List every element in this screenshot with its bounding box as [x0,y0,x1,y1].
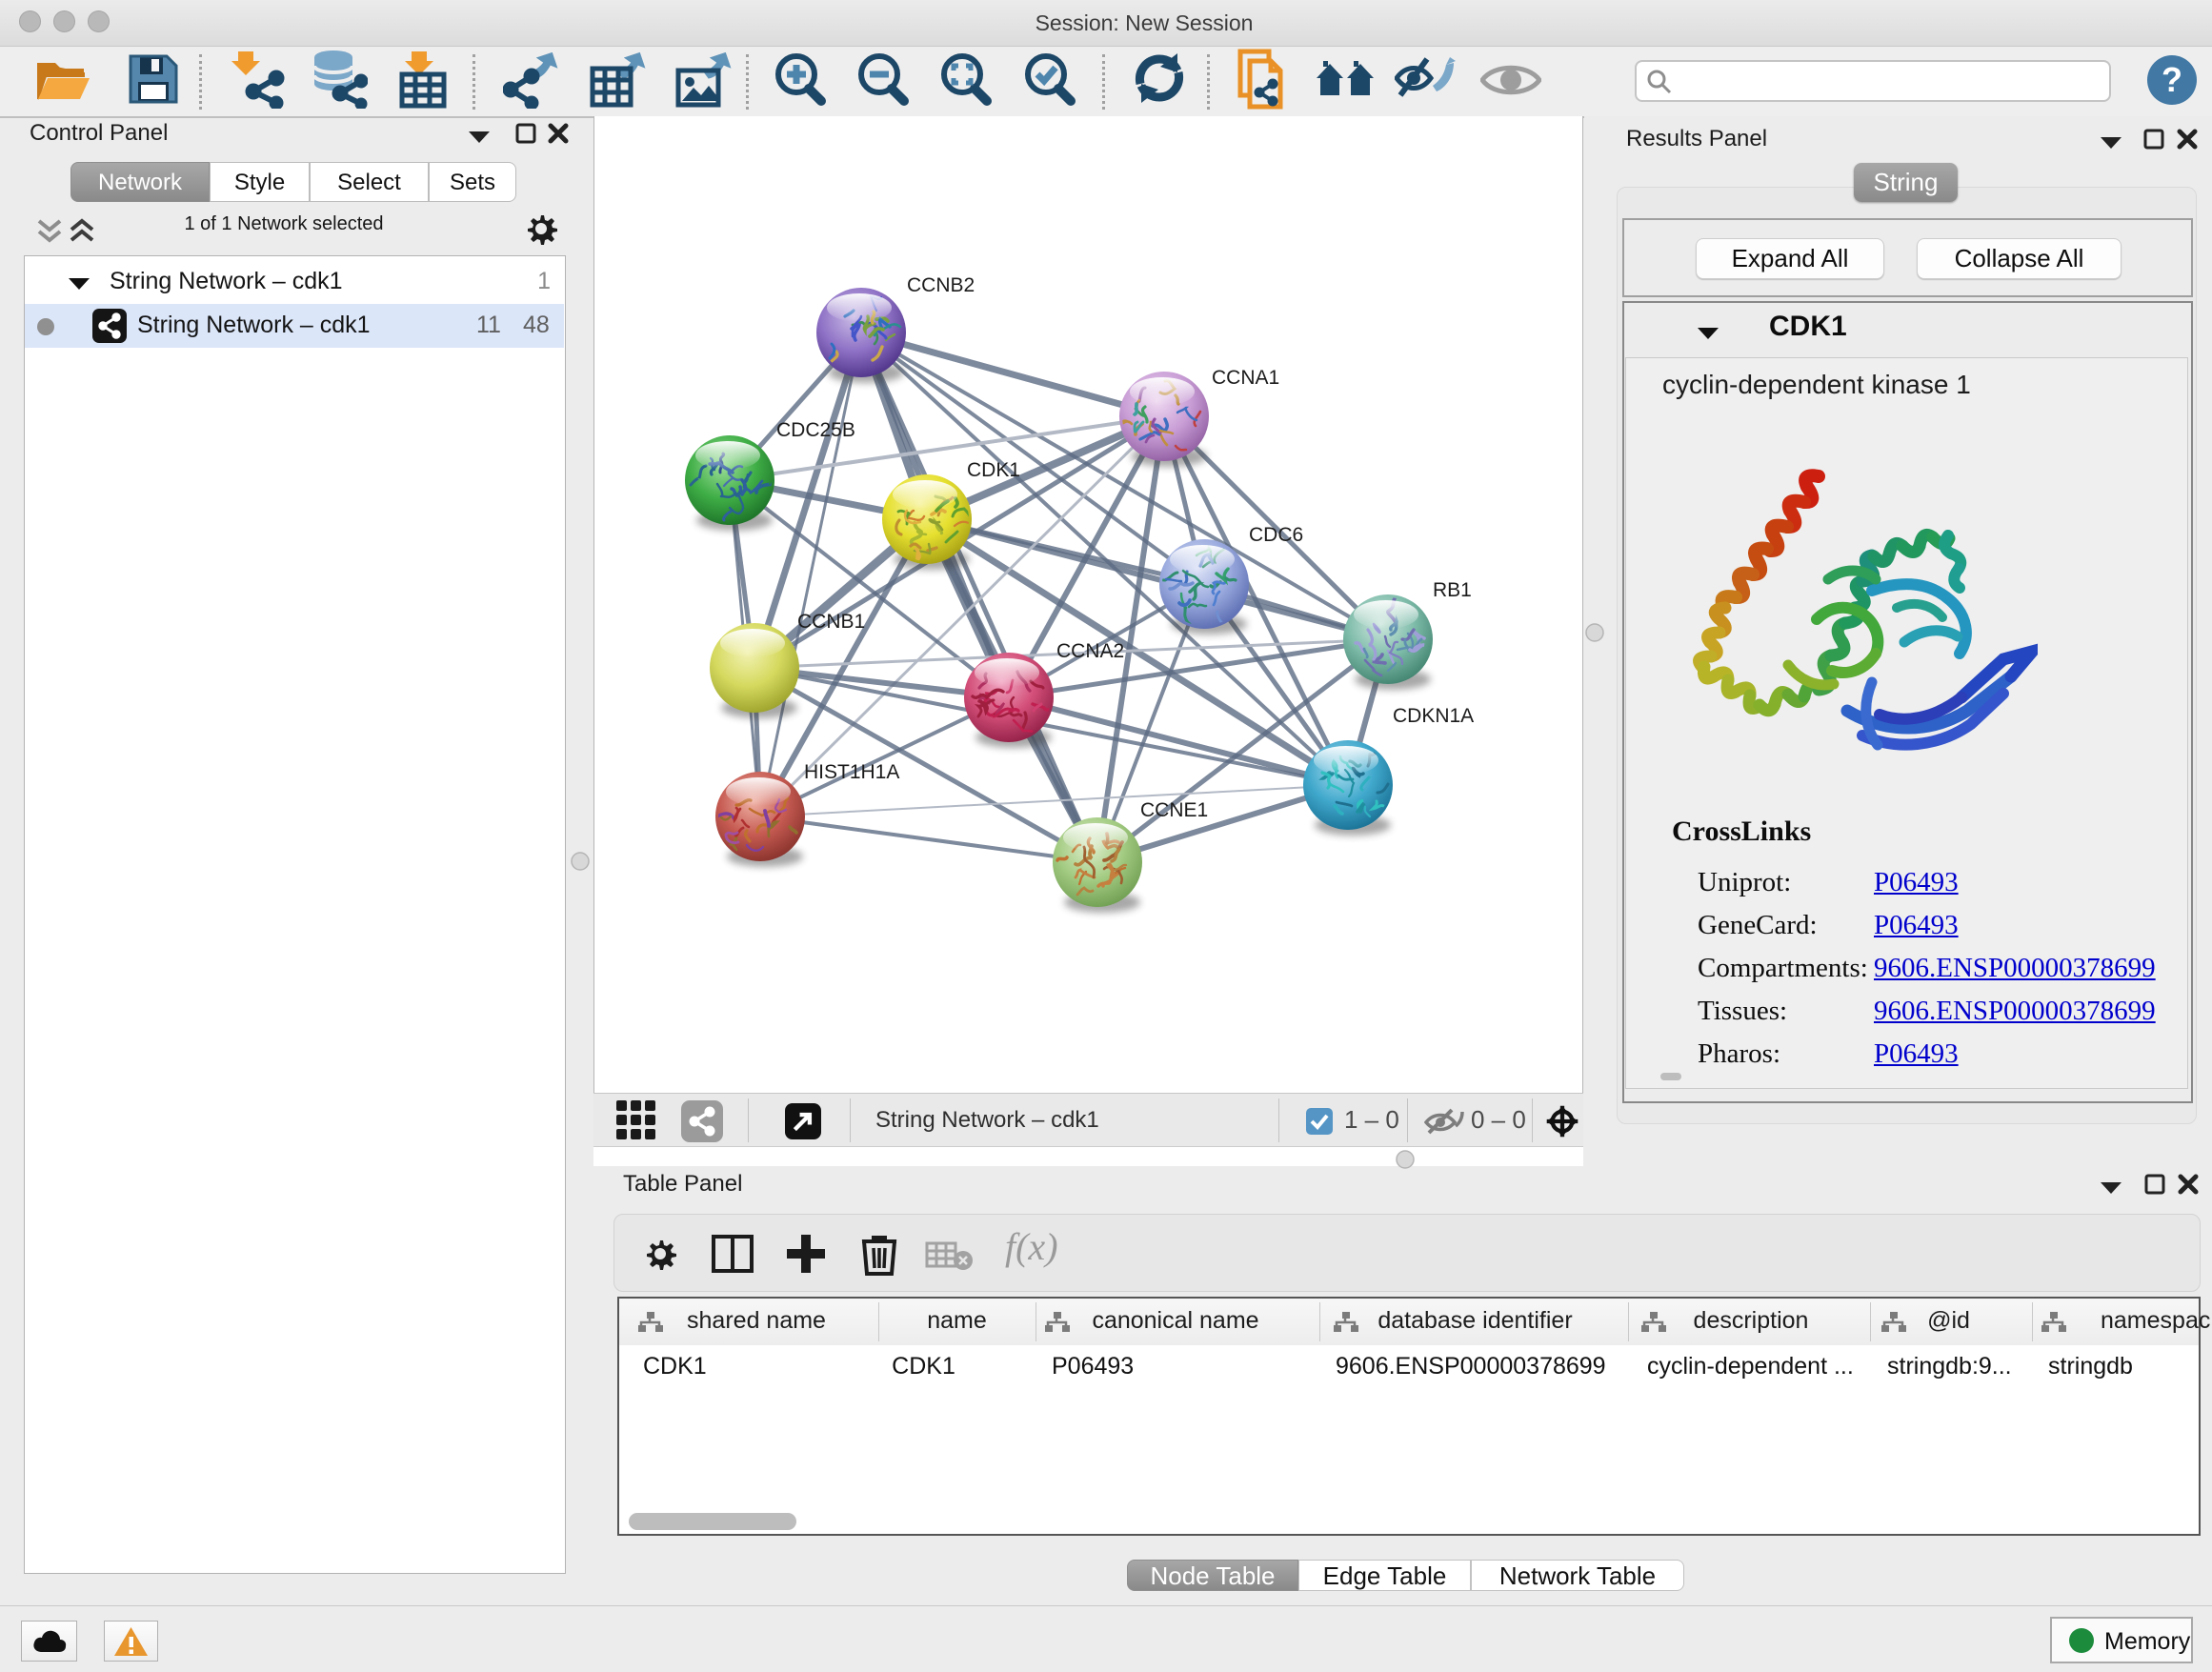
svg-text:CDC25B: CDC25B [776,419,855,441]
svg-text:CCNB2: CCNB2 [907,274,975,296]
svg-text:CDKN1A: CDKN1A [1393,705,1474,727]
svg-text:RB1: RB1 [1433,579,1472,601]
svg-text:HIST1H1A: HIST1H1A [804,761,899,783]
svg-text:CCNE1: CCNE1 [1140,799,1208,821]
svg-text:CCNB1: CCNB1 [797,611,865,633]
svg-text:CCNA1: CCNA1 [1212,367,1279,389]
svg-text:?: ? [2162,60,2182,99]
svg-text:CCNA2: CCNA2 [1056,640,1124,662]
svg-text:CDC6: CDC6 [1249,524,1303,546]
svg-text:CDK1: CDK1 [967,459,1020,481]
